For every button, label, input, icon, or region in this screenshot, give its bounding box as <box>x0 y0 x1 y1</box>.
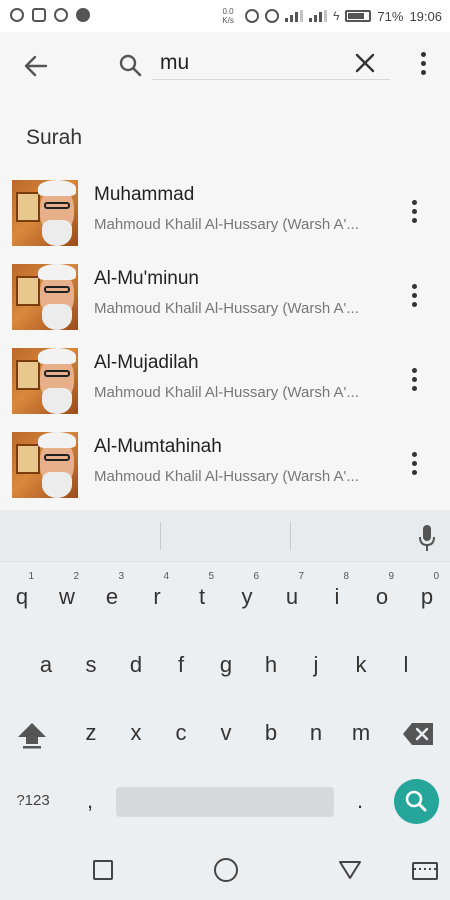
system-nav-bar <box>0 840 450 900</box>
reciter-name: Mahmoud Khalil Al-Hussary (Warsh A'... <box>94 300 359 317</box>
reciter-thumbnail <box>12 180 78 246</box>
key-hint: 3 <box>118 571 124 582</box>
clear-search-button[interactable] <box>352 51 378 77</box>
key-q[interactable]: q1 <box>0 568 44 626</box>
key-p[interactable]: p0 <box>405 568 449 626</box>
key-f[interactable]: f <box>159 636 203 694</box>
key-r[interactable]: r4 <box>135 568 179 626</box>
key-a[interactable]: a <box>24 636 68 694</box>
key-hint: 6 <box>253 571 259 582</box>
soft-keyboard: q1w2e3r4t5y6u7i8o9p0 asdfghjkl zxcvbnm ?… <box>0 510 450 840</box>
close-icon <box>355 53 375 73</box>
reciter-thumbnail <box>12 264 78 330</box>
item-menu-button[interactable] <box>406 284 422 310</box>
key-h[interactable]: h <box>249 636 293 694</box>
key-o[interactable]: o9 <box>360 568 404 626</box>
suggestion-divider <box>160 522 161 550</box>
symbols-key[interactable]: ?123 <box>10 786 56 816</box>
key-u[interactable]: u7 <box>270 568 314 626</box>
search-icon <box>405 790 427 812</box>
signal-2-icon <box>309 10 328 22</box>
key-hint: 1 <box>28 571 34 582</box>
surah-title: Al-Mu'minun <box>94 268 199 289</box>
record-icon <box>76 8 90 22</box>
item-menu-button[interactable] <box>406 452 422 478</box>
surah-title: Al-Mumtahinah <box>94 436 222 457</box>
hotspot-icon <box>245 9 260 23</box>
circle-icon <box>54 8 68 22</box>
key-m[interactable]: m <box>339 704 383 762</box>
key-z[interactable]: z <box>69 704 113 762</box>
clock: 19:06 <box>409 8 442 24</box>
key-s[interactable]: s <box>69 636 113 694</box>
status-bar: 0.0 K/s ϟ 71% 19:06 <box>0 0 450 32</box>
system-icons: 0.0 K/s ϟ 71% 19:06 <box>217 7 442 25</box>
surah-title: Muhammad <box>94 184 195 205</box>
key-j[interactable]: j <box>294 636 338 694</box>
search-icon <box>119 54 142 77</box>
key-hint: 9 <box>388 571 394 582</box>
surah-title: Al-Mujadilah <box>94 352 199 373</box>
key-g[interactable]: g <box>204 636 248 694</box>
battery-percent: 71% <box>377 8 404 24</box>
key-hint: 0 <box>433 571 439 582</box>
key-c[interactable]: c <box>159 704 203 762</box>
notification-icons <box>10 8 90 22</box>
key-b[interactable]: b <box>249 704 293 762</box>
comma-key[interactable]: , <box>68 772 112 830</box>
list-item[interactable]: Al-Mumtahinah Mahmoud Khalil Al-Hussary … <box>0 432 450 516</box>
search-action-button[interactable] <box>394 779 439 824</box>
key-y[interactable]: y6 <box>225 568 269 626</box>
microphone-icon[interactable] <box>418 524 436 552</box>
suggestion-divider <box>290 522 291 550</box>
key-hint: 4 <box>163 571 169 582</box>
key-n[interactable]: n <box>294 704 338 762</box>
shift-icon[interactable] <box>16 720 48 750</box>
signal-1-icon <box>285 10 304 22</box>
item-menu-button[interactable] <box>406 200 422 226</box>
suggestion-strip <box>0 510 450 562</box>
reciter-name: Mahmoud Khalil Al-Hussary (Warsh A'... <box>94 468 359 485</box>
key-t[interactable]: t5 <box>180 568 224 626</box>
recents-button[interactable] <box>93 860 113 880</box>
back-triangle-icon[interactable] <box>338 860 362 880</box>
battery-icon <box>345 10 372 22</box>
item-menu-button[interactable] <box>406 368 422 394</box>
key-i[interactable]: i8 <box>315 568 359 626</box>
charging-icon: ϟ <box>333 9 340 23</box>
network-speed: 0.0 K/s <box>222 7 234 25</box>
key-e[interactable]: e3 <box>90 568 134 626</box>
keyboard-switch-icon[interactable] <box>412 862 438 880</box>
reciter-name: Mahmoud Khalil Al-Hussary (Warsh A'... <box>94 384 359 401</box>
key-x[interactable]: x <box>114 704 158 762</box>
backspace-icon[interactable] <box>402 722 434 746</box>
key-v[interactable]: v <box>204 704 248 762</box>
spacebar[interactable] <box>116 787 334 817</box>
section-title: Surah <box>26 126 83 149</box>
key-k[interactable]: k <box>339 636 383 694</box>
alarm-icon <box>265 9 280 23</box>
back-button[interactable] <box>22 52 50 80</box>
key-hint: 2 <box>73 571 79 582</box>
headphones-icon <box>10 8 24 22</box>
key-w[interactable]: w2 <box>45 568 89 626</box>
period-key[interactable]: . <box>338 772 382 830</box>
overflow-menu-button[interactable] <box>414 52 432 78</box>
home-button[interactable] <box>214 858 238 882</box>
list-item[interactable]: Muhammad Mahmoud Khalil Al-Hussary (Wars… <box>0 180 450 264</box>
key-hint: 5 <box>208 571 214 582</box>
reciter-thumbnail <box>12 432 78 498</box>
key-hint: 7 <box>298 571 304 582</box>
list-item[interactable]: Al-Mu'minun Mahmoud Khalil Al-Hussary (W… <box>0 264 450 348</box>
arrow-left-icon <box>24 55 48 77</box>
search-results: Surah Muhammad Mahmoud Khalil Al-Hussary… <box>0 102 450 510</box>
key-hint: 8 <box>343 571 349 582</box>
key-l[interactable]: l <box>384 636 428 694</box>
image-icon <box>32 8 46 22</box>
reciter-name: Mahmoud Khalil Al-Hussary (Warsh A'... <box>94 216 359 233</box>
search-toolbar <box>0 32 450 102</box>
list-item[interactable]: Al-Mujadilah Mahmoud Khalil Al-Hussary (… <box>0 348 450 432</box>
reciter-thumbnail <box>12 348 78 414</box>
key-d[interactable]: d <box>114 636 158 694</box>
